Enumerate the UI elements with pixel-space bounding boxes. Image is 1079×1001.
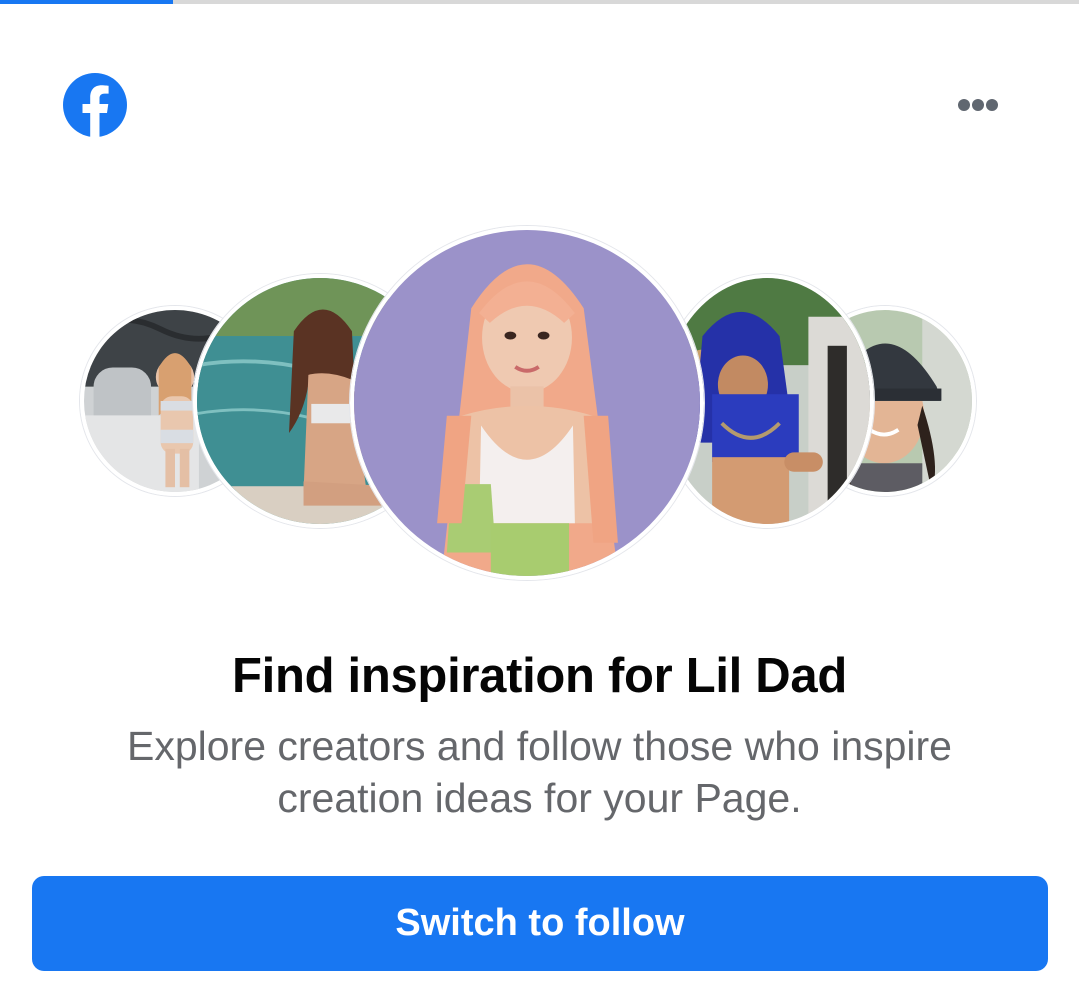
inspiration-screen: Find inspiration for Lil Dad Explore cre… <box>0 0 1079 1001</box>
switch-to-follow-button[interactable]: Switch to follow <box>32 876 1048 971</box>
progress-track <box>0 0 1079 4</box>
progress-fill <box>0 0 173 4</box>
creator-avatar-featured <box>350 226 704 580</box>
more-options-button[interactable] <box>948 88 1008 124</box>
page-subtitle: Explore creators and follow those who in… <box>127 723 952 821</box>
page-title: Find inspiration for Lil Dad <box>232 649 847 703</box>
facebook-logo-icon <box>63 73 127 137</box>
more-horizontal-icon <box>958 99 998 111</box>
